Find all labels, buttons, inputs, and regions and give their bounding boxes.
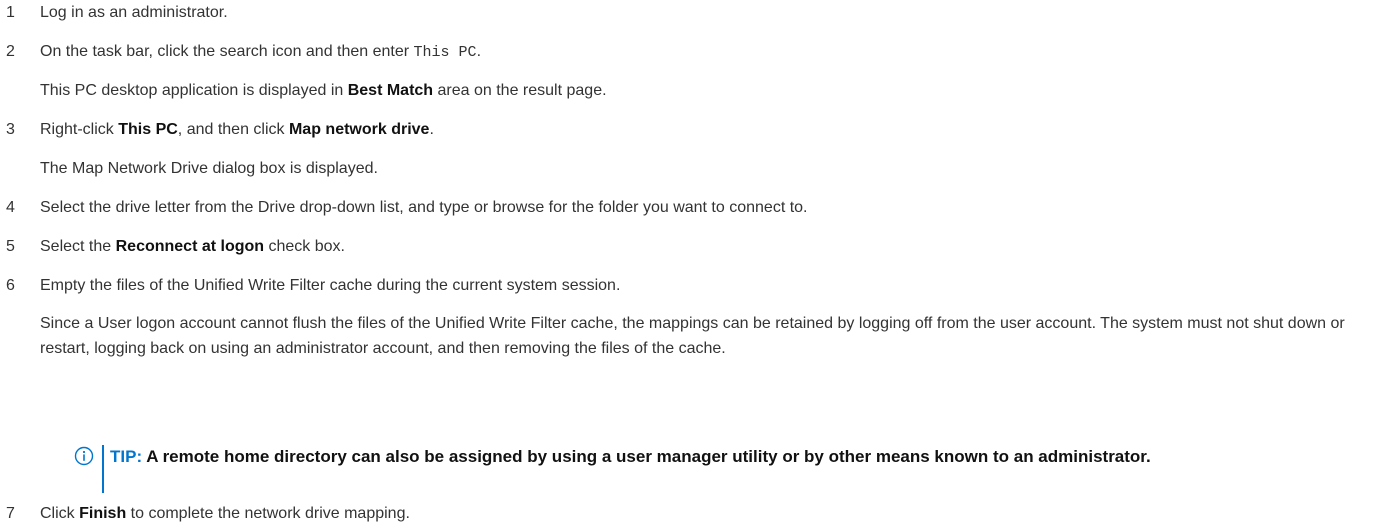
step-text: On the task bar, click the search icon a… <box>40 42 481 63</box>
text-run: . <box>429 121 434 138</box>
text-run: Click <box>40 505 80 522</box>
bold-term: Finish <box>79 505 127 522</box>
step-text: Empty the files of the Unified Write Fil… <box>40 276 620 296</box>
step-text: Log in as an administrator. <box>40 3 228 23</box>
text-run: check box. <box>264 238 346 255</box>
bold-term: Reconnect at logon <box>115 238 265 255</box>
info-circle-icon <box>74 446 94 466</box>
text-run: area on the result page. <box>433 82 607 99</box>
text-run: On the task bar, click the search icon a… <box>40 43 414 60</box>
tip-label: TIP: <box>110 447 143 466</box>
step-number: 2 <box>6 43 15 60</box>
text-run: Select the <box>40 238 116 255</box>
text-run: Empty the files of the Unified Write Fil… <box>40 277 621 294</box>
step-number: 5 <box>6 238 15 255</box>
step-text: Select the Reconnect at logon check box. <box>40 237 345 257</box>
step-number: 3 <box>6 121 15 138</box>
text-run: The Map Network Drive dialog box is disp… <box>40 160 378 177</box>
step-text: Click Finish to complete the network dri… <box>40 504 410 524</box>
text-run: . <box>476 43 482 60</box>
step-number: 6 <box>6 277 15 294</box>
tip-callout: TIP: A remote home directory can also be… <box>110 444 1310 469</box>
step-number: 4 <box>6 199 15 216</box>
text-run: This PC desktop application is displayed… <box>40 82 348 99</box>
text-run: Log in as an administrator. <box>40 4 228 21</box>
step-number: 7 <box>6 505 15 522</box>
step-number: 1 <box>6 4 15 21</box>
bold-term: This PC <box>118 121 178 138</box>
code-term: This PC <box>413 44 477 61</box>
text-run: , and then click <box>177 121 289 138</box>
step-result-text: The Map Network Drive dialog box is disp… <box>40 159 378 179</box>
step-6-note: Since a User logon account cannot flush … <box>40 315 1345 357</box>
step-text: Select the drive letter from the Drive d… <box>40 198 808 218</box>
tip-text: A remote home directory can also be assi… <box>142 447 1151 466</box>
bold-term: Best Match <box>347 82 434 99</box>
tip-accent-bar <box>102 445 104 493</box>
bold-term: Map network drive <box>288 121 430 138</box>
step-text: Right-click This PC, and then click Map … <box>40 120 434 140</box>
text-run: Right-click <box>40 121 119 138</box>
text-run: Select the drive letter from the Drive d… <box>40 199 808 216</box>
text-run: to complete the network drive mapping. <box>126 505 410 522</box>
step-result-text: This PC desktop application is displayed… <box>40 81 607 101</box>
